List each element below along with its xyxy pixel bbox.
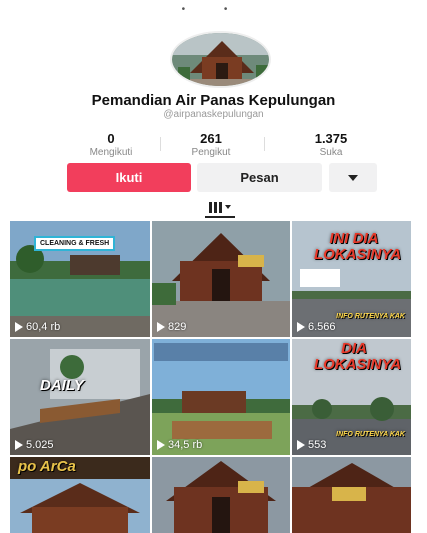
view-count: 5.025: [15, 439, 54, 451]
tab-active-indicator: [205, 216, 235, 218]
message-button[interactable]: Pesan: [197, 163, 322, 192]
video-tile[interactable]: [292, 457, 411, 533]
video-overlay-text: DAILY: [40, 377, 84, 394]
stat-following-label: Mengikuti: [89, 147, 133, 158]
stat-divider: [160, 137, 161, 151]
video-tile[interactable]: CLEANING & FRESH 60,4 rb: [10, 221, 150, 337]
stat-likes-label: Suka: [319, 147, 343, 158]
avatar-image: [172, 33, 269, 86]
view-count-value: 829: [168, 321, 187, 333]
video-tile[interactable]: [152, 457, 290, 533]
play-icon: [297, 322, 305, 332]
view-count: 60,4 rb: [15, 321, 60, 333]
video-thumbnail: [152, 221, 290, 337]
video-tile[interactable]: po ArCa: [10, 457, 150, 533]
stat-followers-label: Pengikut: [191, 147, 231, 158]
more-options-button[interactable]: [329, 163, 377, 192]
profile-name: Pemandian Air Panas Kepulungan: [91, 92, 336, 109]
video-tile[interactable]: INI DIA LOKASINYA INFO RUTENYA KAK 6.566: [292, 221, 411, 337]
video-thumbnail: [10, 339, 150, 455]
stat-following[interactable]: 0 Mengikuti: [66, 131, 156, 158]
follow-button[interactable]: Ikuti: [67, 163, 191, 192]
stat-following-value: 0: [107, 131, 115, 146]
video-overlay-text: po ArCa: [18, 458, 76, 475]
view-count: 6.566: [297, 321, 336, 333]
view-count: 829: [157, 321, 186, 333]
play-icon: [157, 322, 165, 332]
video-tile[interactable]: 829: [152, 221, 290, 337]
grid-icon: [209, 201, 222, 213]
profile-handle: @airpanaskepulungan: [163, 109, 264, 120]
view-count-value: 553: [308, 439, 327, 451]
view-count-value: 6.566: [308, 321, 336, 333]
play-icon: [297, 440, 305, 450]
video-grid: CLEANING & FRESH 60,4 rb 829 INI DIA LOK…: [10, 221, 411, 533]
view-count-value: 60,4 rb: [26, 321, 61, 333]
video-tile[interactable]: 34,5 rb: [152, 339, 290, 455]
avatar[interactable]: [170, 31, 271, 88]
video-overlay-subtext: INFO RUTENYA KAK: [336, 431, 405, 438]
stat-divider: [264, 137, 265, 151]
stat-likes[interactable]: 1.375 Suka: [286, 131, 376, 158]
play-icon: [157, 440, 165, 450]
video-overlay-text: DIA LOKASINYA: [314, 340, 402, 373]
play-icon: [15, 322, 23, 332]
video-tile[interactable]: DIA LOKASINYA INFO RUTENYA KAK 553: [292, 339, 411, 455]
video-overlay-text: INI DIA LOKASINYA: [314, 230, 402, 263]
status-bar: • •: [181, 4, 246, 15]
view-count: 553: [297, 439, 326, 451]
view-count-value: 5.025: [26, 439, 54, 451]
tab-videos[interactable]: [195, 199, 245, 215]
view-count-value: 34,5 rb: [168, 439, 203, 451]
video-thumbnail: [152, 339, 290, 455]
view-count: 34,5 rb: [157, 439, 202, 451]
stat-followers[interactable]: 261 Pengikut: [166, 131, 256, 158]
play-icon: [15, 440, 23, 450]
caret-down-icon: [225, 205, 231, 209]
video-tile[interactable]: DAILY 5.025: [10, 339, 150, 455]
chevron-down-icon: [348, 174, 358, 181]
video-thumbnail: [292, 457, 411, 533]
stat-likes-value: 1.375: [314, 131, 348, 146]
video-overlay-text: CLEANING & FRESH: [34, 236, 116, 251]
stat-followers-value: 261: [200, 131, 222, 146]
video-thumbnail: [152, 457, 290, 533]
video-overlay-subtext: INFO RUTENYA KAK: [336, 313, 405, 320]
